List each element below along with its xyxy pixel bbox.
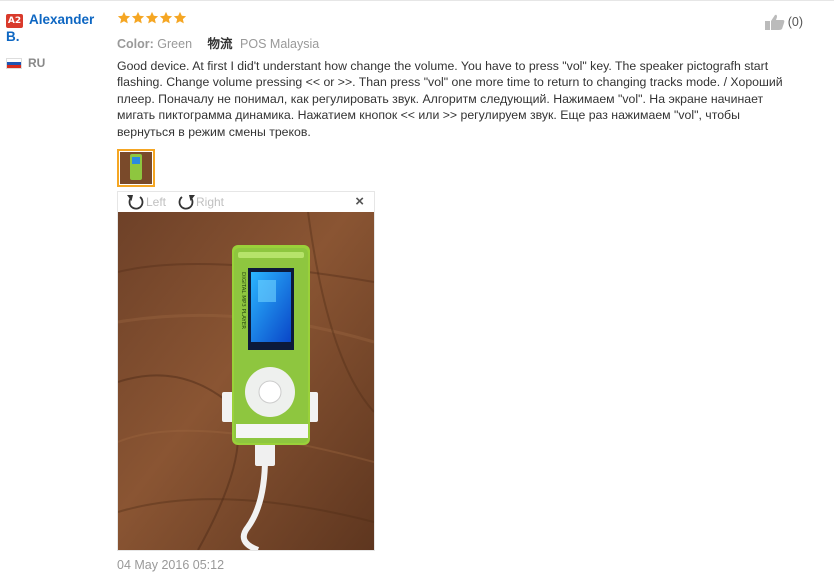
shipping-icon: 物流 [207,37,233,51]
rotate-left-label: Left [146,195,167,210]
star-icon [145,11,159,24]
rotate-left-button[interactable]: Left [126,193,166,211]
star-icon [173,11,187,24]
close-viewer-button[interactable]: × [355,193,364,210]
country-code: RU [28,56,46,70]
rotate-right-label: Right [196,195,225,210]
review-photo-thumbnail[interactable] [117,149,155,188]
rotate-left-icon [127,195,144,210]
rotate-right-icon [178,195,195,210]
star-icon [117,11,131,24]
shipping-value: POS Malaysia [240,37,320,51]
review-body: Color: Green 物流 POS Malaysia Good device… [117,11,807,572]
user-country: RU [6,56,110,70]
review-meta: Color: Green 物流 POS Malaysia [117,33,807,52]
star-icon [159,11,173,24]
username-link[interactable]: Alexander [29,12,94,28]
review-date: 04 May 2016 05:12 [117,558,225,573]
photo-viewer-toolbar: Left Right × [118,192,374,212]
rotate-right-button[interactable]: Right [176,193,224,211]
russia-flag-icon [6,57,22,69]
user-level-badge: A2 [6,14,23,28]
username-link-continued[interactable]: B. [6,29,110,45]
device-label: DIGITAL MP3 PLAYER [240,272,246,329]
star-rating [117,11,807,27]
review-photo: DIGITAL MP3 PLAYER [118,212,374,551]
photo-viewer: Left Right × DIGITAL MP3 PLAYER [117,191,375,552]
color-value: Green [157,37,193,51]
reviewer-info: A2 Alexander B. RU [6,12,110,70]
review-text: Good device. At first I did't understant… [117,59,783,139]
color-label: Color: [117,37,154,51]
thumbnail-image [120,152,152,185]
top-divider [0,0,834,1]
star-icon [131,11,145,24]
